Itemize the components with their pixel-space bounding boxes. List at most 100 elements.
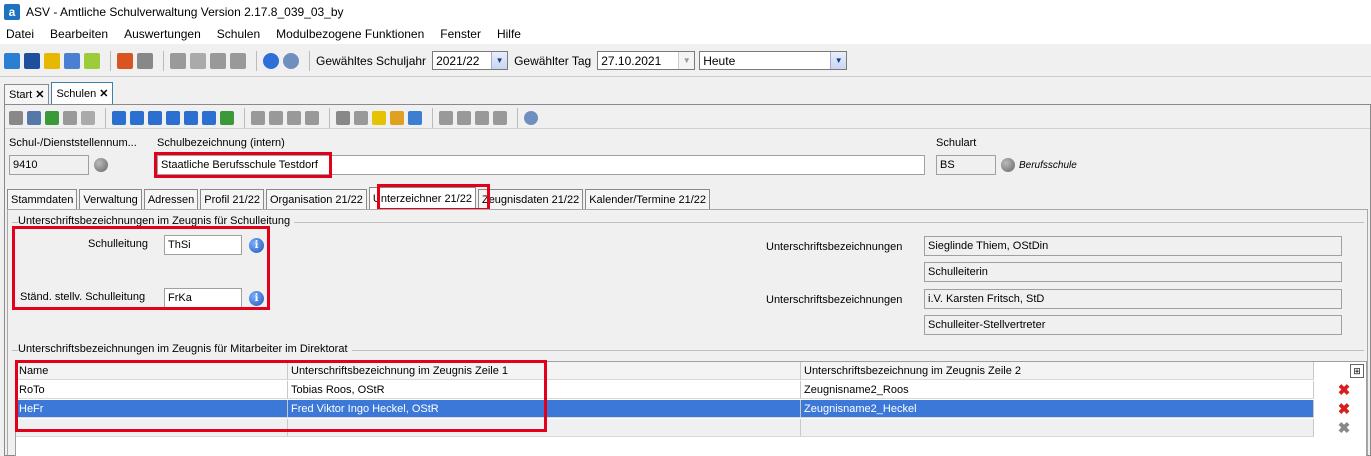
list-icon[interactable]: [81, 110, 95, 125]
last-icon[interactable]: [202, 110, 216, 125]
delete-row-icon[interactable]: ✖: [1336, 420, 1352, 437]
house-alt-icon[interactable]: [493, 110, 507, 125]
tab-start[interactable]: Start ✕: [4, 84, 50, 104]
book-icon[interactable]: [117, 52, 133, 69]
table-row-new[interactable]: [16, 419, 1314, 437]
tab-kalender[interactable]: Kalender/Termine 21/22: [585, 189, 711, 209]
delete-row-icon[interactable]: ✖: [1336, 382, 1352, 399]
cell-zeile1[interactable]: Tobias Roos, OStR: [288, 381, 801, 399]
fast-back-icon[interactable]: [130, 110, 144, 125]
lightning-alt-icon[interactable]: [230, 52, 246, 69]
arrow-left-icon[interactable]: [251, 110, 265, 125]
cell-zeile2[interactable]: [801, 419, 1314, 437]
chevron-down-icon[interactable]: ▼: [491, 52, 508, 69]
class-icon[interactable]: [24, 52, 40, 69]
people-icon[interactable]: [4, 52, 20, 69]
cut-icon[interactable]: [269, 110, 283, 125]
close-icon[interactable]: ✕: [35, 88, 44, 101]
tab-profil[interactable]: Profil 21/22: [200, 189, 264, 209]
tab-zeugnisdaten[interactable]: Zeugnisdaten 21/22: [477, 189, 584, 209]
toolbar-separator: [432, 107, 433, 128]
main-toolbar: Gewähltes Schuljahr 2021/22 ▼ Gewählter …: [0, 45, 1371, 77]
schulleitung-input[interactable]: [164, 235, 242, 255]
refresh-icon[interactable]: [220, 110, 234, 125]
cell-zeile1[interactable]: Fred Viktor Ingo Heckel, OStR: [288, 400, 801, 418]
menu-modulbezogene-funktionen[interactable]: Modulbezogene Funktionen: [276, 27, 424, 41]
notes-icon[interactable]: [84, 52, 100, 69]
menu-auswertungen[interactable]: Auswertungen: [124, 27, 201, 41]
tab-stammdaten[interactable]: Stammdaten: [7, 189, 78, 209]
column-header-zeile2[interactable]: Unterschriftsbezeichnung im Zeugnis Zeil…: [801, 362, 1314, 380]
schuljahr-value: 2021/22: [436, 53, 480, 68]
table-row[interactable]: HeFr Fred Viktor Ingo Heckel, OStR Zeugn…: [16, 400, 1314, 418]
stellv-schulleitung-input[interactable]: [164, 288, 242, 308]
tab-verwaltung[interactable]: Verwaltung: [79, 189, 142, 209]
chevron-down-icon[interactable]: ▼: [678, 52, 695, 69]
forward-icon[interactable]: [166, 110, 180, 125]
lightning-icon[interactable]: [210, 52, 226, 69]
toolbar-separator: [244, 107, 245, 128]
back-icon[interactable]: [148, 110, 162, 125]
tab-schulen[interactable]: Schulen ✕: [51, 82, 114, 104]
schulart-field: BS: [936, 155, 996, 175]
schedule-icon[interactable]: [64, 52, 80, 69]
menu-bar: Datei Bearbeiten Auswertungen Schulen Mo…: [0, 24, 1371, 44]
help-icon[interactable]: [283, 52, 299, 69]
house-icon[interactable]: [475, 110, 489, 125]
column-header-name[interactable]: Name: [16, 362, 288, 380]
cell-zeile2[interactable]: Zeugnisname2_Heckel: [801, 400, 1314, 418]
tab-unterzeichner[interactable]: Unterzeichner 21/22: [368, 187, 476, 209]
cell-name[interactable]: RoTo: [16, 381, 288, 399]
first-icon[interactable]: [112, 110, 126, 125]
preview-icon[interactable]: [354, 110, 368, 125]
direktorat-group-title: Unterschriftsbezeichnungen im Zeugnis fü…: [18, 343, 352, 355]
save-icon[interactable]: [27, 110, 41, 125]
table-edit-icon[interactable]: [457, 110, 471, 125]
schulart-text: Berufsschule: [1019, 160, 1077, 171]
bez-field-2b: Schulleiter-Stellvertreter: [924, 315, 1342, 335]
teachers-icon[interactable]: [44, 52, 60, 69]
table-icon[interactable]: [439, 110, 453, 125]
tab-organisation[interactable]: Organisation 21/22: [265, 189, 367, 209]
schulbezeichnung-input[interactable]: [157, 155, 925, 175]
chevron-down-icon[interactable]: ▼: [830, 52, 847, 69]
cell-name[interactable]: HeFr: [16, 400, 288, 418]
document-tabs: Start ✕ Schulen ✕: [4, 82, 115, 104]
cell-name[interactable]: [16, 419, 288, 437]
menu-datei[interactable]: Datei: [6, 27, 34, 41]
table-row[interactable]: RoTo Tobias Roos, OStR Zeugnisname2_Roos: [16, 381, 1314, 399]
app-logo-icon: a: [4, 4, 20, 20]
menu-fenster[interactable]: Fenster: [440, 27, 481, 41]
delete-icon[interactable]: [63, 110, 77, 125]
column-chooser-icon[interactable]: ⊞: [1350, 364, 1364, 378]
info-icon[interactable]: i: [249, 238, 264, 253]
help-icon[interactable]: [524, 110, 538, 125]
delete-row-icon[interactable]: ✖: [1336, 401, 1352, 418]
tab-adressen[interactable]: Adressen: [143, 189, 199, 209]
lightbulb-icon[interactable]: [372, 110, 386, 125]
toolbar-separator: [309, 50, 310, 71]
close-icon[interactable]: ✕: [99, 87, 108, 100]
clock-icon[interactable]: [408, 110, 422, 125]
info-icon[interactable]: i: [249, 291, 264, 306]
heute-select[interactable]: Heute ▼: [699, 51, 848, 70]
menu-hilfe[interactable]: Hilfe: [497, 27, 521, 41]
cell-zeile1[interactable]: [288, 419, 801, 437]
print-icon[interactable]: [336, 110, 350, 125]
copy-icon[interactable]: [287, 110, 301, 125]
report-icon[interactable]: [137, 52, 153, 69]
copy-icon[interactable]: [170, 52, 186, 69]
undo-icon[interactable]: [45, 110, 59, 125]
info-icon[interactable]: [263, 52, 279, 69]
fast-forward-icon[interactable]: [184, 110, 198, 125]
menu-bearbeiten[interactable]: Bearbeiten: [50, 27, 108, 41]
menu-schulen[interactable]: Schulen: [217, 27, 260, 41]
schuljahr-select[interactable]: 2021/22 ▼: [432, 51, 509, 70]
broom-icon[interactable]: [390, 110, 404, 125]
window-icon[interactable]: [190, 52, 206, 69]
paste-icon[interactable]: [305, 110, 319, 125]
cell-zeile2[interactable]: Zeugnisname2_Roos: [801, 381, 1314, 399]
new-icon[interactable]: [9, 110, 23, 125]
tag-date-picker[interactable]: 27.10.2021 ▼: [597, 51, 696, 70]
column-header-zeile1[interactable]: Unterschriftsbezeichnung im Zeugnis Zeil…: [288, 362, 801, 380]
